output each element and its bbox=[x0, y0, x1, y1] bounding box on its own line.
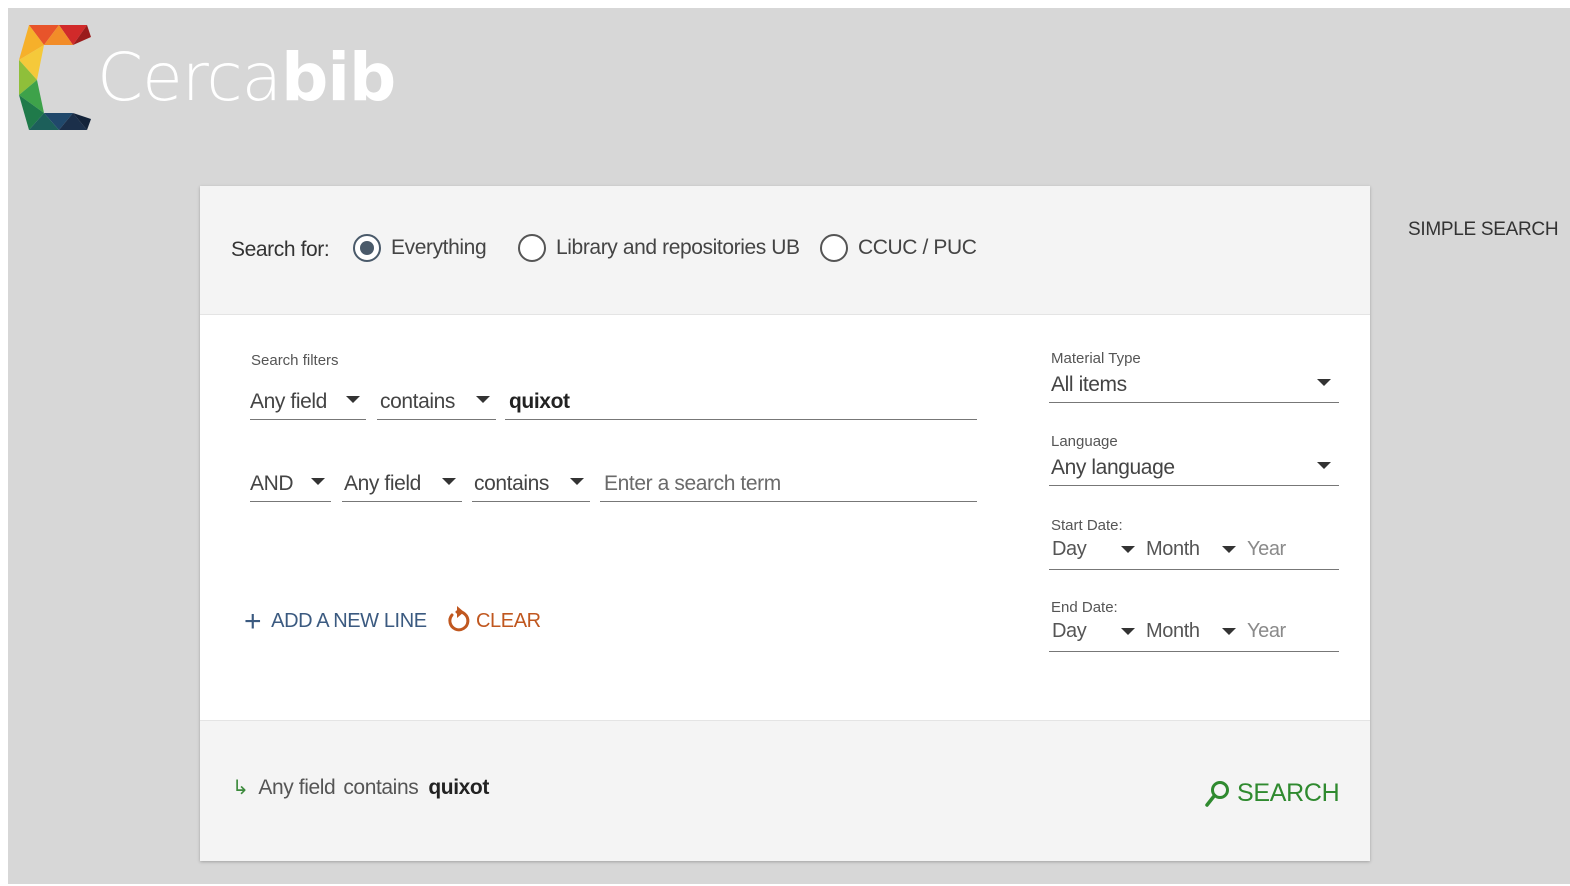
add-new-line-button[interactable]: + ADD A NEW LINE bbox=[244, 604, 427, 638]
reset-icon bbox=[448, 606, 470, 632]
chevron-down-icon bbox=[570, 478, 584, 485]
search-button[interactable]: SEARCH bbox=[1205, 779, 1340, 808]
chevron-down-icon bbox=[1317, 462, 1331, 469]
start-date-label: Start Date: bbox=[1051, 517, 1123, 534]
chevron-down-icon bbox=[1222, 546, 1236, 553]
summary-operator: contains bbox=[343, 776, 419, 799]
plus-icon: + bbox=[244, 604, 262, 638]
search-filters-title: Search filters bbox=[251, 352, 339, 369]
material-type-label: Material Type bbox=[1051, 350, 1141, 367]
language-label: Language bbox=[1051, 433, 1118, 450]
end-date-label: End Date: bbox=[1051, 599, 1118, 616]
row2-boolean-value: AND bbox=[250, 471, 294, 495]
end-date-row: Day Month Year bbox=[1049, 616, 1339, 652]
radio-ccuc-puc[interactable]: CCUC / PUC bbox=[820, 234, 977, 262]
start-year-input[interactable]: Year bbox=[1247, 538, 1286, 561]
radio-library-repositories[interactable]: Library and repositories UB bbox=[518, 234, 800, 262]
return-arrow-icon: ↳ bbox=[232, 777, 249, 799]
radio-label-everything: Everything bbox=[391, 236, 487, 259]
advanced-search-panel: Search for: Everything Library and repos… bbox=[200, 186, 1370, 861]
row1-field-select[interactable]: Any field bbox=[250, 384, 366, 420]
radio-unchecked-icon bbox=[820, 234, 848, 262]
add-new-line-label: ADD A NEW LINE bbox=[271, 610, 427, 632]
language-select[interactable]: Any language bbox=[1049, 450, 1339, 486]
row2-search-term-input[interactable]: Enter a search term bbox=[600, 466, 977, 502]
row1-field-value: Any field bbox=[250, 389, 327, 413]
summary-field: Any field bbox=[258, 776, 336, 799]
row2-field-select[interactable]: Any field bbox=[342, 466, 462, 502]
logo-wordmark: Cercabib bbox=[97, 43, 396, 113]
row2-operator-value: contains bbox=[474, 471, 550, 495]
chevron-down-icon bbox=[442, 478, 456, 485]
radio-unchecked-icon bbox=[518, 234, 546, 262]
row1-search-term-input[interactable]: quixot bbox=[505, 384, 977, 420]
row2-operator-select[interactable]: contains bbox=[472, 466, 590, 502]
clear-label: CLEAR bbox=[476, 609, 541, 632]
end-year-input[interactable]: Year bbox=[1247, 620, 1286, 643]
query-summary: ↳ Any field contains quixot bbox=[232, 775, 489, 800]
chevron-down-icon bbox=[476, 396, 490, 403]
logo-text-bold: bib bbox=[281, 39, 396, 116]
search-filters-area: Search filters Any field contains quixot… bbox=[200, 316, 1370, 720]
chevron-down-icon bbox=[1121, 628, 1135, 635]
chevron-down-icon bbox=[1222, 628, 1236, 635]
clear-button[interactable]: CLEAR bbox=[444, 606, 541, 636]
simple-search-link[interactable]: SIMPLE SEARCH bbox=[1408, 219, 1559, 241]
row1-operator-select[interactable]: contains bbox=[377, 384, 496, 420]
end-day-select[interactable]: Day bbox=[1052, 620, 1087, 643]
search-scope-bar: Search for: Everything Library and repos… bbox=[200, 186, 1370, 315]
logo-mark-icon bbox=[19, 25, 91, 130]
radio-everything[interactable]: Everything bbox=[353, 234, 487, 262]
radio-checked-icon bbox=[353, 234, 381, 262]
row2-boolean-select[interactable]: AND bbox=[250, 466, 331, 502]
chevron-down-icon bbox=[311, 478, 325, 485]
query-summary-bar: ↳ Any field contains quixot SEARCH bbox=[200, 720, 1370, 861]
chevron-down-icon bbox=[346, 396, 360, 403]
search-icon bbox=[1205, 780, 1229, 807]
start-month-select[interactable]: Month bbox=[1146, 538, 1200, 561]
row1-operator-value: contains bbox=[380, 389, 456, 413]
radio-label-library: Library and repositories UB bbox=[556, 236, 800, 259]
material-type-select[interactable]: All items bbox=[1049, 367, 1339, 403]
start-date-row: Day Month Year bbox=[1049, 534, 1339, 570]
summary-term: quixot bbox=[428, 776, 489, 799]
search-button-label: SEARCH bbox=[1237, 779, 1340, 807]
cercabib-logo[interactable]: Cercabib bbox=[19, 25, 396, 135]
start-day-select[interactable]: Day bbox=[1052, 538, 1087, 561]
end-month-select[interactable]: Month bbox=[1146, 620, 1200, 643]
material-type-value: All items bbox=[1051, 372, 1127, 396]
page-background: Cercabib SIMPLE SEARCH Search for: Every… bbox=[8, 8, 1570, 884]
language-value: Any language bbox=[1051, 455, 1175, 479]
chevron-down-icon bbox=[1317, 379, 1331, 386]
radio-label-ccuc: CCUC / PUC bbox=[858, 236, 977, 259]
search-for-label: Search for: bbox=[231, 238, 330, 261]
logo-text-light: Cerca bbox=[97, 39, 282, 116]
chevron-down-icon bbox=[1121, 546, 1135, 553]
row2-field-value: Any field bbox=[344, 471, 421, 495]
